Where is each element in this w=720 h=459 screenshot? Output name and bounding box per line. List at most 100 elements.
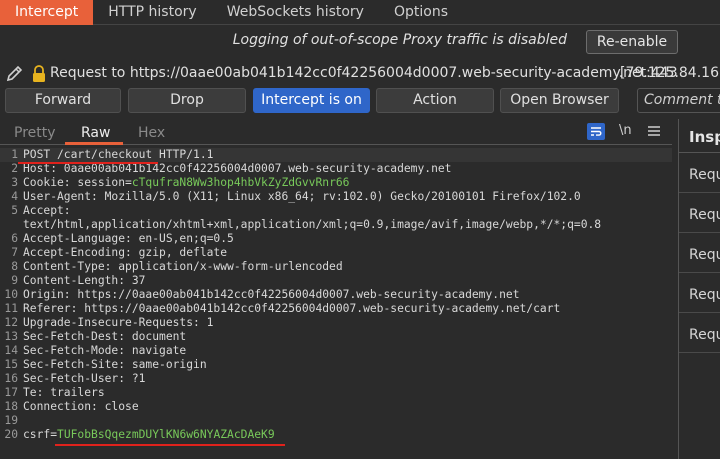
inspector-item[interactable]: Requ [679, 277, 720, 313]
code-segment: Sec-Fetch-Dest: document [23, 330, 187, 343]
code-line: 10 Origin: https://0aae00ab041b142cc0f422… [0, 288, 672, 302]
request-ip: [79.125.84.16] [620, 65, 720, 81]
request-info: Request to https://0aae00ab041b142cc0f42… [0, 60, 720, 86]
inspector-item[interactable]: Requ [679, 317, 720, 353]
request-editor: Pretty Raw Hex \n 1 POST /cart/checkout H… [0, 119, 672, 459]
tab-http-history[interactable]: HTTP history [93, 0, 211, 25]
code-line: 7 Accept-Encoding: gzip, deflate [0, 246, 672, 260]
code-segment: Te: trailers [23, 386, 105, 399]
highlighted-value: cTqufraN8Ww3hop4hbVkZyZdGvvRnr66 [131, 176, 350, 189]
code-text: text/html,application/xhtml+xml,applicat… [23, 218, 601, 232]
newline-toggle-icon[interactable]: \n [619, 123, 632, 141]
logging-message: Logging of out-of-scope Proxy traffic is… [232, 32, 567, 48]
code-segment: POST /cart/checkout HTTP/1.1 [23, 148, 214, 161]
code-text: Sec-Fetch-Site: same-origin [23, 358, 207, 372]
inspector-item-label: Requ [689, 287, 720, 303]
code-line: 14 Sec-Fetch-Mode: navigate [0, 344, 672, 358]
lock-icon [33, 65, 45, 82]
inspector-item[interactable]: Requ [679, 197, 720, 233]
inspector-panel: Insp Requ Requ Requ Requ Requ [678, 119, 720, 459]
code-text: POST /cart/checkout HTTP/1.1 [23, 148, 213, 162]
code-line: 15 Sec-Fetch-Site: same-origin [0, 358, 672, 372]
intercept-toggle-button[interactable]: Intercept is on [253, 88, 370, 113]
line-number: 3 [11, 176, 18, 189]
code-segment: Cookie: session= [23, 176, 132, 189]
menu-icon[interactable] [648, 125, 660, 137]
code-text: Accept-Encoding: gzip, deflate [23, 246, 227, 260]
inspector-item[interactable]: Requ [679, 237, 720, 273]
code-line: 20 csrf=TUFobBsQqezmDUYlKN6w6NYAZAcDAeK9 [0, 428, 672, 442]
code-line: 3 Cookie: session=cTqufraN8Ww3hop4hbVkZyZ… [0, 176, 672, 190]
inspector-item[interactable]: Requ [679, 157, 720, 193]
code-segment: Referer: https://0aae00ab041b142cc0f4225… [23, 302, 561, 315]
code-segment: Sec-Fetch-Mode: navigate [23, 344, 187, 357]
code-line: 5 Accept: [0, 204, 672, 218]
reenable-button[interactable]: Re-enable [586, 30, 678, 54]
code-line: 13 Sec-Fetch-Dest: document [0, 330, 672, 344]
proxy-tabs: Intercept HTTP history WebSockets histor… [0, 0, 720, 25]
comment-field[interactable]: Comment th [637, 88, 720, 113]
line-number: 10 [4, 288, 18, 301]
code-text: Sec-Fetch-Mode: navigate [23, 344, 186, 358]
code-text: User-Agent: Mozilla/5.0 (X11; Linux x86_… [23, 190, 581, 204]
annotation-underline-csrf [55, 444, 285, 446]
inspector-item-label: Requ [689, 247, 720, 263]
forward-button[interactable]: Forward [5, 88, 121, 113]
code-text: Cookie: session=cTqufraN8Ww3hop4hbVkZyZd… [23, 176, 349, 190]
tab-intercept[interactable]: Intercept [0, 0, 94, 25]
highlighted-value: TUFobBsQqezmDUYlKN6w6NYAZAcDAeK9 [57, 428, 275, 441]
line-number: 15 [4, 358, 18, 371]
editor-view-tabs: Pretty Raw Hex \n [0, 119, 672, 145]
code-line: text/html,application/xhtml+xml,applicat… [0, 218, 672, 232]
code-text: Content-Length: 37 [23, 274, 145, 288]
wrap-lines-icon[interactable] [587, 123, 605, 140]
tab-websockets-history[interactable]: WebSockets history [212, 0, 379, 25]
code-line: 8 Content-Type: application/x-www-form-ur… [0, 260, 672, 274]
code-segment: Accept: [23, 204, 71, 217]
code-text: Sec-Fetch-Dest: document [23, 330, 186, 344]
code-segment: User-Agent: Mozilla/5.0 (X11; Linux x86_… [23, 190, 581, 203]
inspector-title: Insp [689, 128, 720, 146]
tab-hex[interactable]: Hex [138, 125, 165, 141]
code-text: Content-Type: application/x-www-form-url… [23, 260, 343, 274]
code-line: 19 [0, 414, 672, 428]
line-number: 11 [4, 302, 18, 315]
line-number: 14 [4, 344, 18, 357]
code-line: 6 Accept-Language: en-US,en;q=0.5 [0, 232, 672, 246]
inspector-item-label: Requ [689, 207, 720, 223]
line-number: 18 [4, 400, 18, 413]
code-segment: Origin: https://0aae00ab041b142cc0f42256… [23, 288, 520, 301]
action-button[interactable]: Action [376, 88, 494, 113]
line-number: 5 [11, 204, 18, 217]
line-number: 4 [11, 190, 18, 203]
code-line: 12 Upgrade-Insecure-Requests: 1 [0, 316, 672, 330]
code-text: csrf=TUFobBsQqezmDUYlKN6w6NYAZAcDAeK9 [23, 428, 275, 442]
inspector-item-label: Requ [689, 167, 720, 183]
line-number: 20 [4, 428, 18, 441]
open-browser-button[interactable]: Open Browser [500, 88, 619, 113]
line-number: 2 [11, 162, 18, 175]
code-line: 4 User-Agent: Mozilla/5.0 (X11; Linux x86… [0, 190, 672, 204]
line-number: 12 [4, 316, 18, 329]
code-line: 18 Connection: close [0, 400, 672, 414]
line-number: 16 [4, 372, 18, 385]
line-number: 17 [4, 386, 18, 399]
tab-raw[interactable]: Raw [81, 125, 110, 141]
drop-button[interactable]: Drop [128, 88, 246, 113]
request-url: Request to https://0aae00ab041b142cc0f42… [50, 65, 678, 81]
code-segment: Upgrade-Insecure-Requests: 1 [23, 316, 214, 329]
tab-pretty[interactable]: Pretty [14, 125, 56, 141]
code-text: Upgrade-Insecure-Requests: 1 [23, 316, 213, 330]
code-line: 2 Host: 0aae00ab041b142cc0f42256004d0007.… [0, 162, 672, 176]
code-line: 11 Referer: https://0aae00ab041b142cc0f42… [0, 302, 672, 316]
code-segment: csrf= [23, 428, 58, 441]
raw-request-body[interactable]: 1 POST /cart/checkout HTTP/1.1 2 Host: 0aae… [0, 148, 672, 442]
code-segment: text/html,application/xhtml+xml,applicat… [23, 218, 602, 231]
tab-options[interactable]: Options [379, 0, 463, 25]
code-line: 16 Sec-Fetch-User: ?1 [0, 372, 672, 386]
line-number: 9 [11, 274, 18, 287]
line-number: 19 [4, 414, 18, 427]
active-tab-indicator [65, 142, 123, 145]
code-text: Connection: close [23, 400, 139, 414]
pencil-icon[interactable] [5, 63, 25, 83]
